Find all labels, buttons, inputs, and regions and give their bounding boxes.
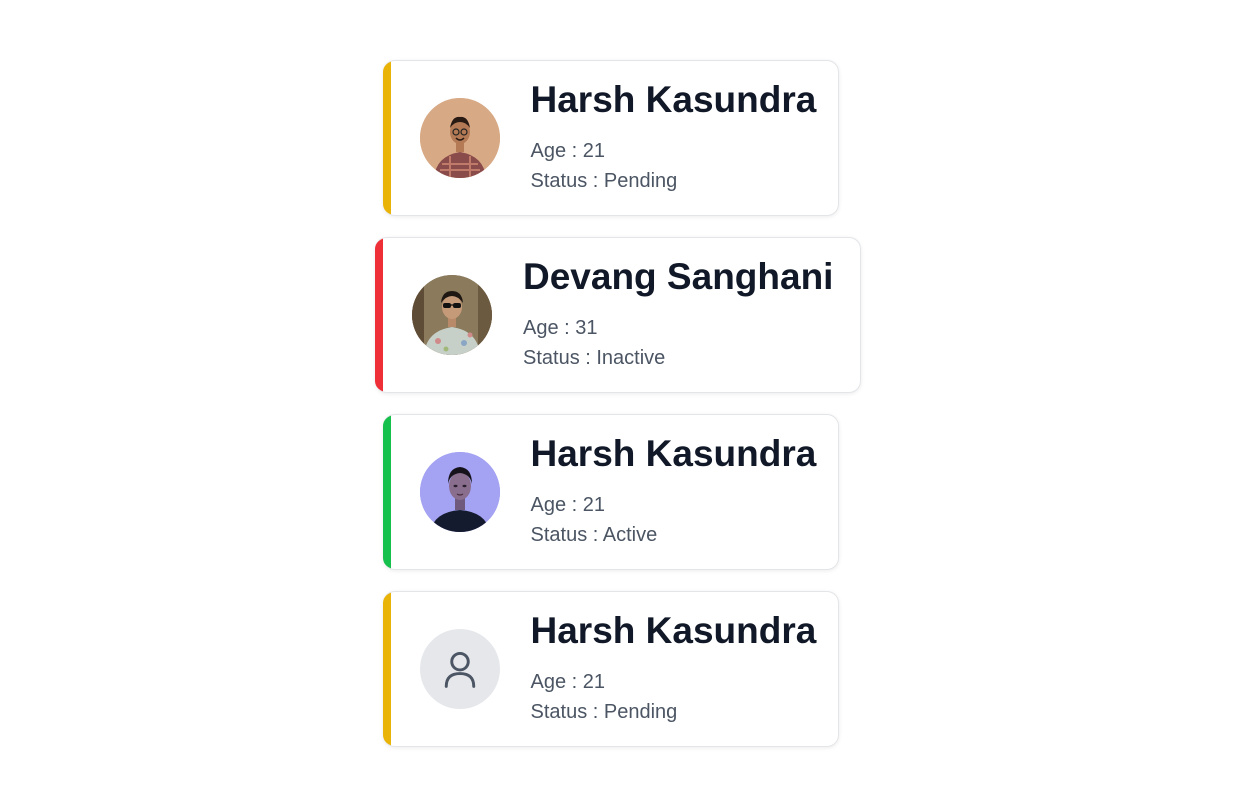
avatar: [412, 275, 492, 355]
person-status: Status : Pending: [530, 169, 678, 192]
avatar: [419, 98, 500, 178]
user-icon: [419, 629, 500, 709]
person-age: Age : 21: [530, 139, 606, 162]
person-name: Harsh Kasundra: [530, 609, 817, 651]
user-card[interactable]: Harsh Kasundra Age : 21 Status : Pending: [382, 591, 839, 747]
status-stripe: [375, 238, 383, 392]
person-name: Harsh Kasundra: [530, 78, 817, 120]
person-age: Age : 21: [530, 493, 606, 516]
status-stripe: [382, 61, 391, 215]
person-status: Status : Pending: [530, 700, 678, 723]
person-name: Harsh Kasundra: [530, 432, 817, 474]
user-card-list: Harsh Kasundra Age : 21 Status : Pending: [0, 60, 1236, 747]
status-stripe: [382, 415, 391, 569]
user-card[interactable]: Harsh Kasundra Age : 21 Status : Active: [382, 414, 839, 570]
status-stripe: [382, 592, 391, 746]
person-name: Devang Sanghani: [523, 255, 834, 297]
person-status: Status : Active: [530, 523, 658, 546]
person-age: Age : 31: [523, 316, 598, 339]
user-card[interactable]: Harsh Kasundra Age : 21 Status : Pending: [382, 60, 839, 216]
user-card[interactable]: Devang Sanghani Age : 31 Status : Inacti…: [375, 237, 861, 393]
avatar: [419, 452, 500, 532]
person-age: Age : 21: [530, 670, 606, 693]
person-status: Status : Inactive: [523, 346, 666, 369]
